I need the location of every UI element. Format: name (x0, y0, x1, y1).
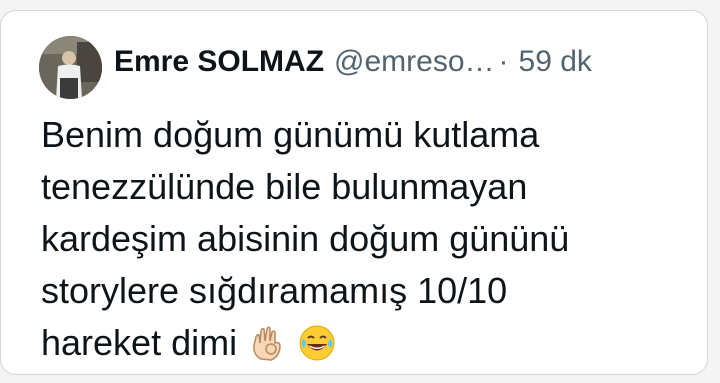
separator-dot: · (498, 45, 509, 78)
tweet-text-line: hareket dimi (41, 322, 238, 363)
tweet-text: Benim doğum günümü kutlama tenezzülünde … (41, 109, 681, 369)
tweet-text-line: tenezzülünde bile bulunmayan (41, 166, 528, 207)
author-handle[interactable]: @emreso… (334, 45, 495, 79)
laughing-tears-emoji-icon (297, 323, 337, 363)
author-name[interactable]: Emre SOLMAZ (114, 45, 324, 79)
tweet-timestamp[interactable]: 59 dk (519, 45, 592, 79)
ok-hand-emoji-icon (247, 323, 287, 363)
tweet-text-line: storylere sığdıramamış 10/10 (41, 270, 508, 311)
tweet-text-line: Benim doğum günümü kutlama (41, 114, 540, 155)
avatar-photo-icon (39, 36, 102, 99)
tweet-text-line: kardeşim abisinin doğum gününü (41, 218, 570, 259)
tweet-card[interactable]: Emre SOLMAZ @emreso… · 59 dk Benim doğum… (0, 10, 708, 375)
avatar[interactable] (39, 36, 102, 99)
tweet-header: Emre SOLMAZ @emreso… · 59 dk (114, 45, 592, 79)
tweet-text-line-last: hareket dimi (41, 317, 681, 369)
